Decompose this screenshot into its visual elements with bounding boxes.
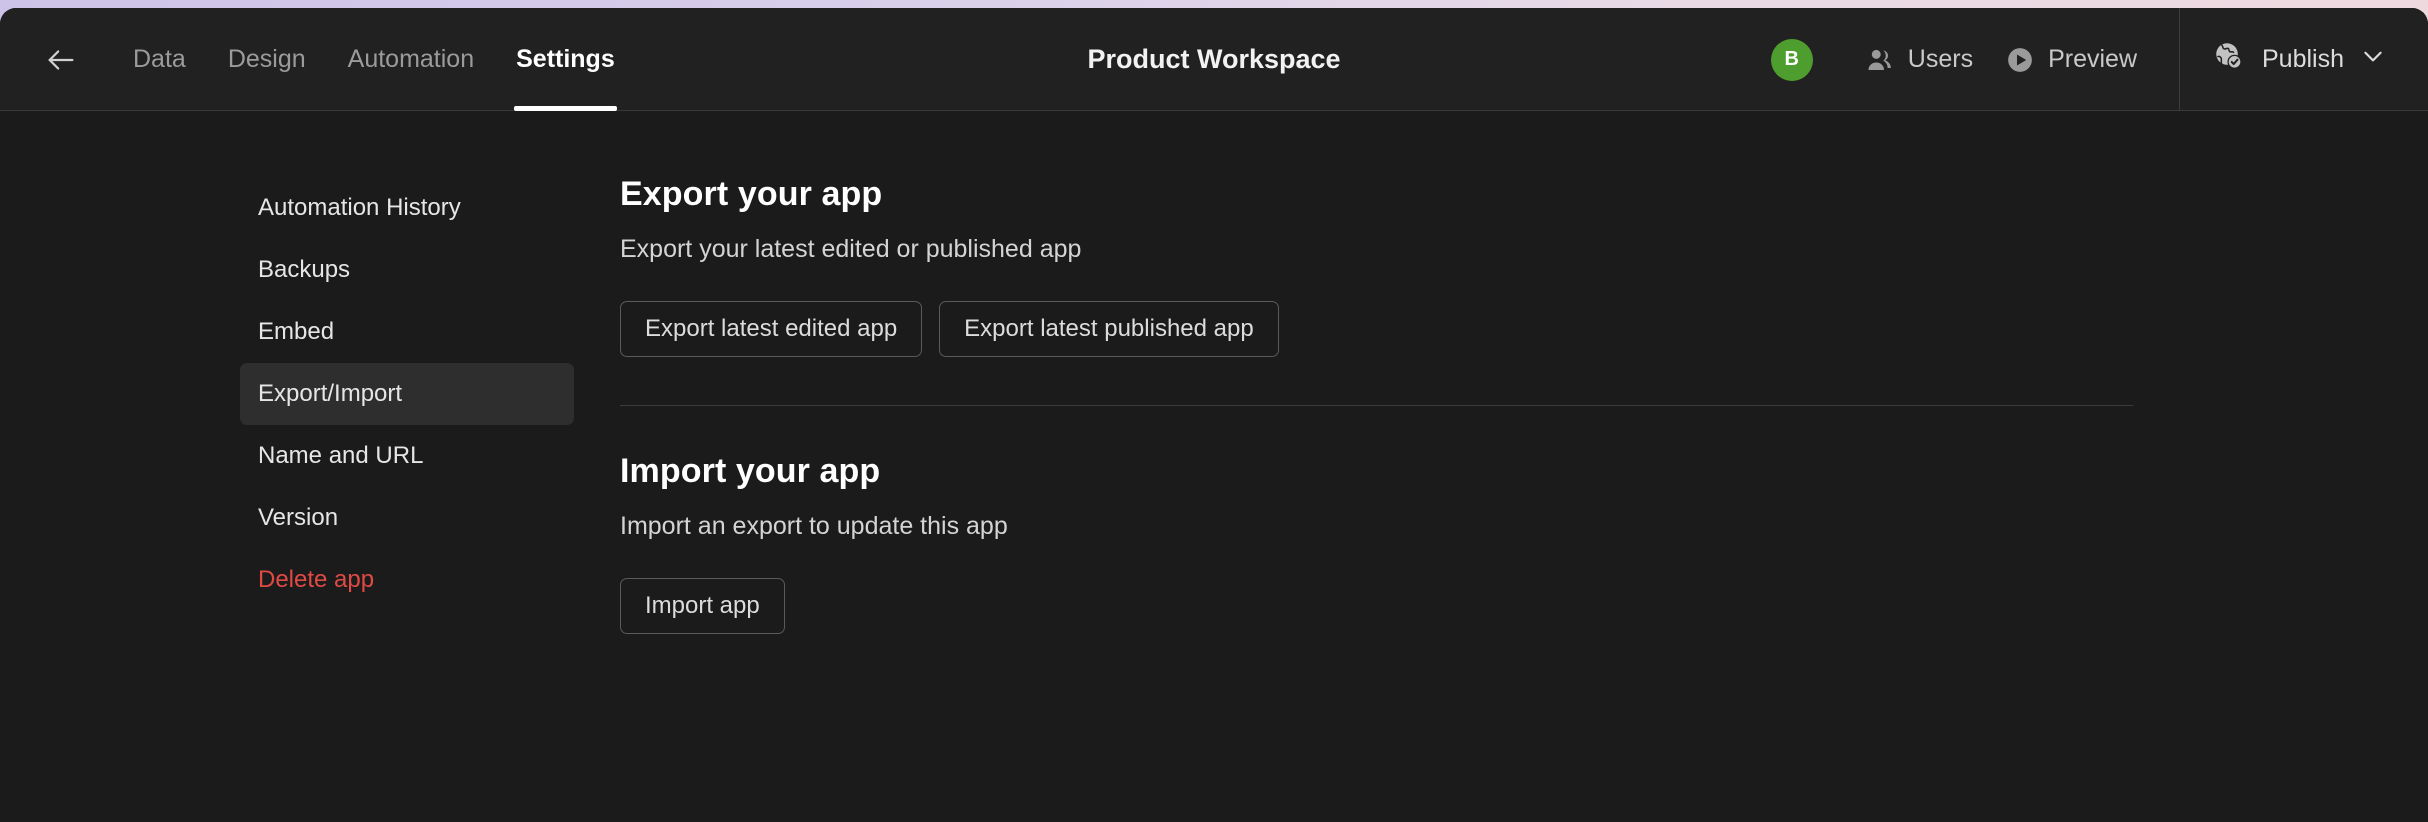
sidebar-item-label: Delete app xyxy=(258,566,375,593)
users-icon xyxy=(1865,45,1895,75)
export-button-row: Export latest edited app Export latest p… xyxy=(620,301,2150,357)
back-button[interactable] xyxy=(34,33,88,87)
tab-design[interactable]: Design xyxy=(207,8,327,111)
sidebar-item-label: Backups xyxy=(258,256,351,283)
app-window: Data Design Automation Settings Product … xyxy=(0,8,2428,822)
sidebar-item-label: Embed xyxy=(258,318,335,345)
import-app-button[interactable]: Import app xyxy=(620,578,785,634)
import-section-title: Import your app xyxy=(620,452,881,490)
topbar-right-group: B Users Preview Publish xyxy=(1770,8,2428,111)
sidebar-item-label: Automation History xyxy=(258,194,461,221)
tab-data-label: Data xyxy=(133,45,186,73)
sidebar-item-embed[interactable]: Embed xyxy=(240,301,574,363)
workspace-title-text: Product Workspace xyxy=(1087,44,1341,74)
settings-main-panel: Export your app Export your latest edite… xyxy=(620,111,2428,822)
preview-label: Preview xyxy=(2048,45,2137,73)
avatar-initial: B xyxy=(1784,48,1799,70)
content-area: Automation History Backups Embed Export/… xyxy=(0,111,2428,822)
export-section-subtitle: Export your latest edited or published a… xyxy=(620,235,1082,263)
chevron-down-icon xyxy=(2360,43,2386,76)
sidebar-item-export-import[interactable]: Export/Import xyxy=(240,363,574,425)
top-navigation-bar: Data Design Automation Settings Product … xyxy=(0,8,2428,111)
topbar-divider xyxy=(2179,8,2180,111)
sidebar-item-label: Export/Import xyxy=(258,380,403,407)
sidebar-item-version[interactable]: Version xyxy=(240,487,574,549)
main-nav-tabs: Data Design Automation Settings xyxy=(112,8,636,111)
import-section-subtitle: Import an export to update this app xyxy=(620,512,1008,540)
avatar[interactable]: B xyxy=(1770,38,1813,81)
topbar-left-group: Data Design Automation Settings xyxy=(0,8,636,111)
sidebar-item-name-and-url[interactable]: Name and URL xyxy=(240,425,574,487)
globe-check-icon xyxy=(2212,39,2246,80)
tab-automation-label: Automation xyxy=(347,45,475,73)
sidebar-item-delete-app[interactable]: Delete app xyxy=(240,549,574,611)
tab-automation[interactable]: Automation xyxy=(327,8,495,111)
sidebar-item-label: Version xyxy=(258,504,339,531)
import-button-row: Import app xyxy=(620,578,2150,634)
export-section: Export your app Export your latest edite… xyxy=(620,175,2150,406)
import-section: Import your app Import an export to upda… xyxy=(620,452,2150,634)
settings-sidebar: Automation History Backups Embed Export/… xyxy=(0,111,620,822)
tab-settings[interactable]: Settings xyxy=(495,8,636,111)
export-latest-edited-app-button[interactable]: Export latest edited app xyxy=(620,301,923,357)
sidebar-item-backups[interactable]: Backups xyxy=(240,239,574,301)
tab-settings-label: Settings xyxy=(516,45,615,73)
preview-button[interactable]: Preview xyxy=(1989,35,2153,85)
section-divider xyxy=(620,405,2133,406)
publish-button[interactable]: Publish xyxy=(2198,29,2406,90)
users-button[interactable]: Users xyxy=(1849,35,1989,85)
sidebar-item-label: Name and URL xyxy=(258,442,424,469)
publish-label: Publish xyxy=(2262,45,2344,73)
play-circle-icon xyxy=(2005,45,2035,75)
users-label: Users xyxy=(1907,45,1974,73)
arrow-left-icon xyxy=(44,43,78,77)
tab-design-label: Design xyxy=(227,45,306,73)
export-section-title: Export your app xyxy=(620,175,883,213)
sidebar-item-automation-history[interactable]: Automation History xyxy=(240,177,574,239)
export-latest-published-app-button[interactable]: Export latest published app xyxy=(939,301,1279,357)
tab-data[interactable]: Data xyxy=(112,8,207,111)
